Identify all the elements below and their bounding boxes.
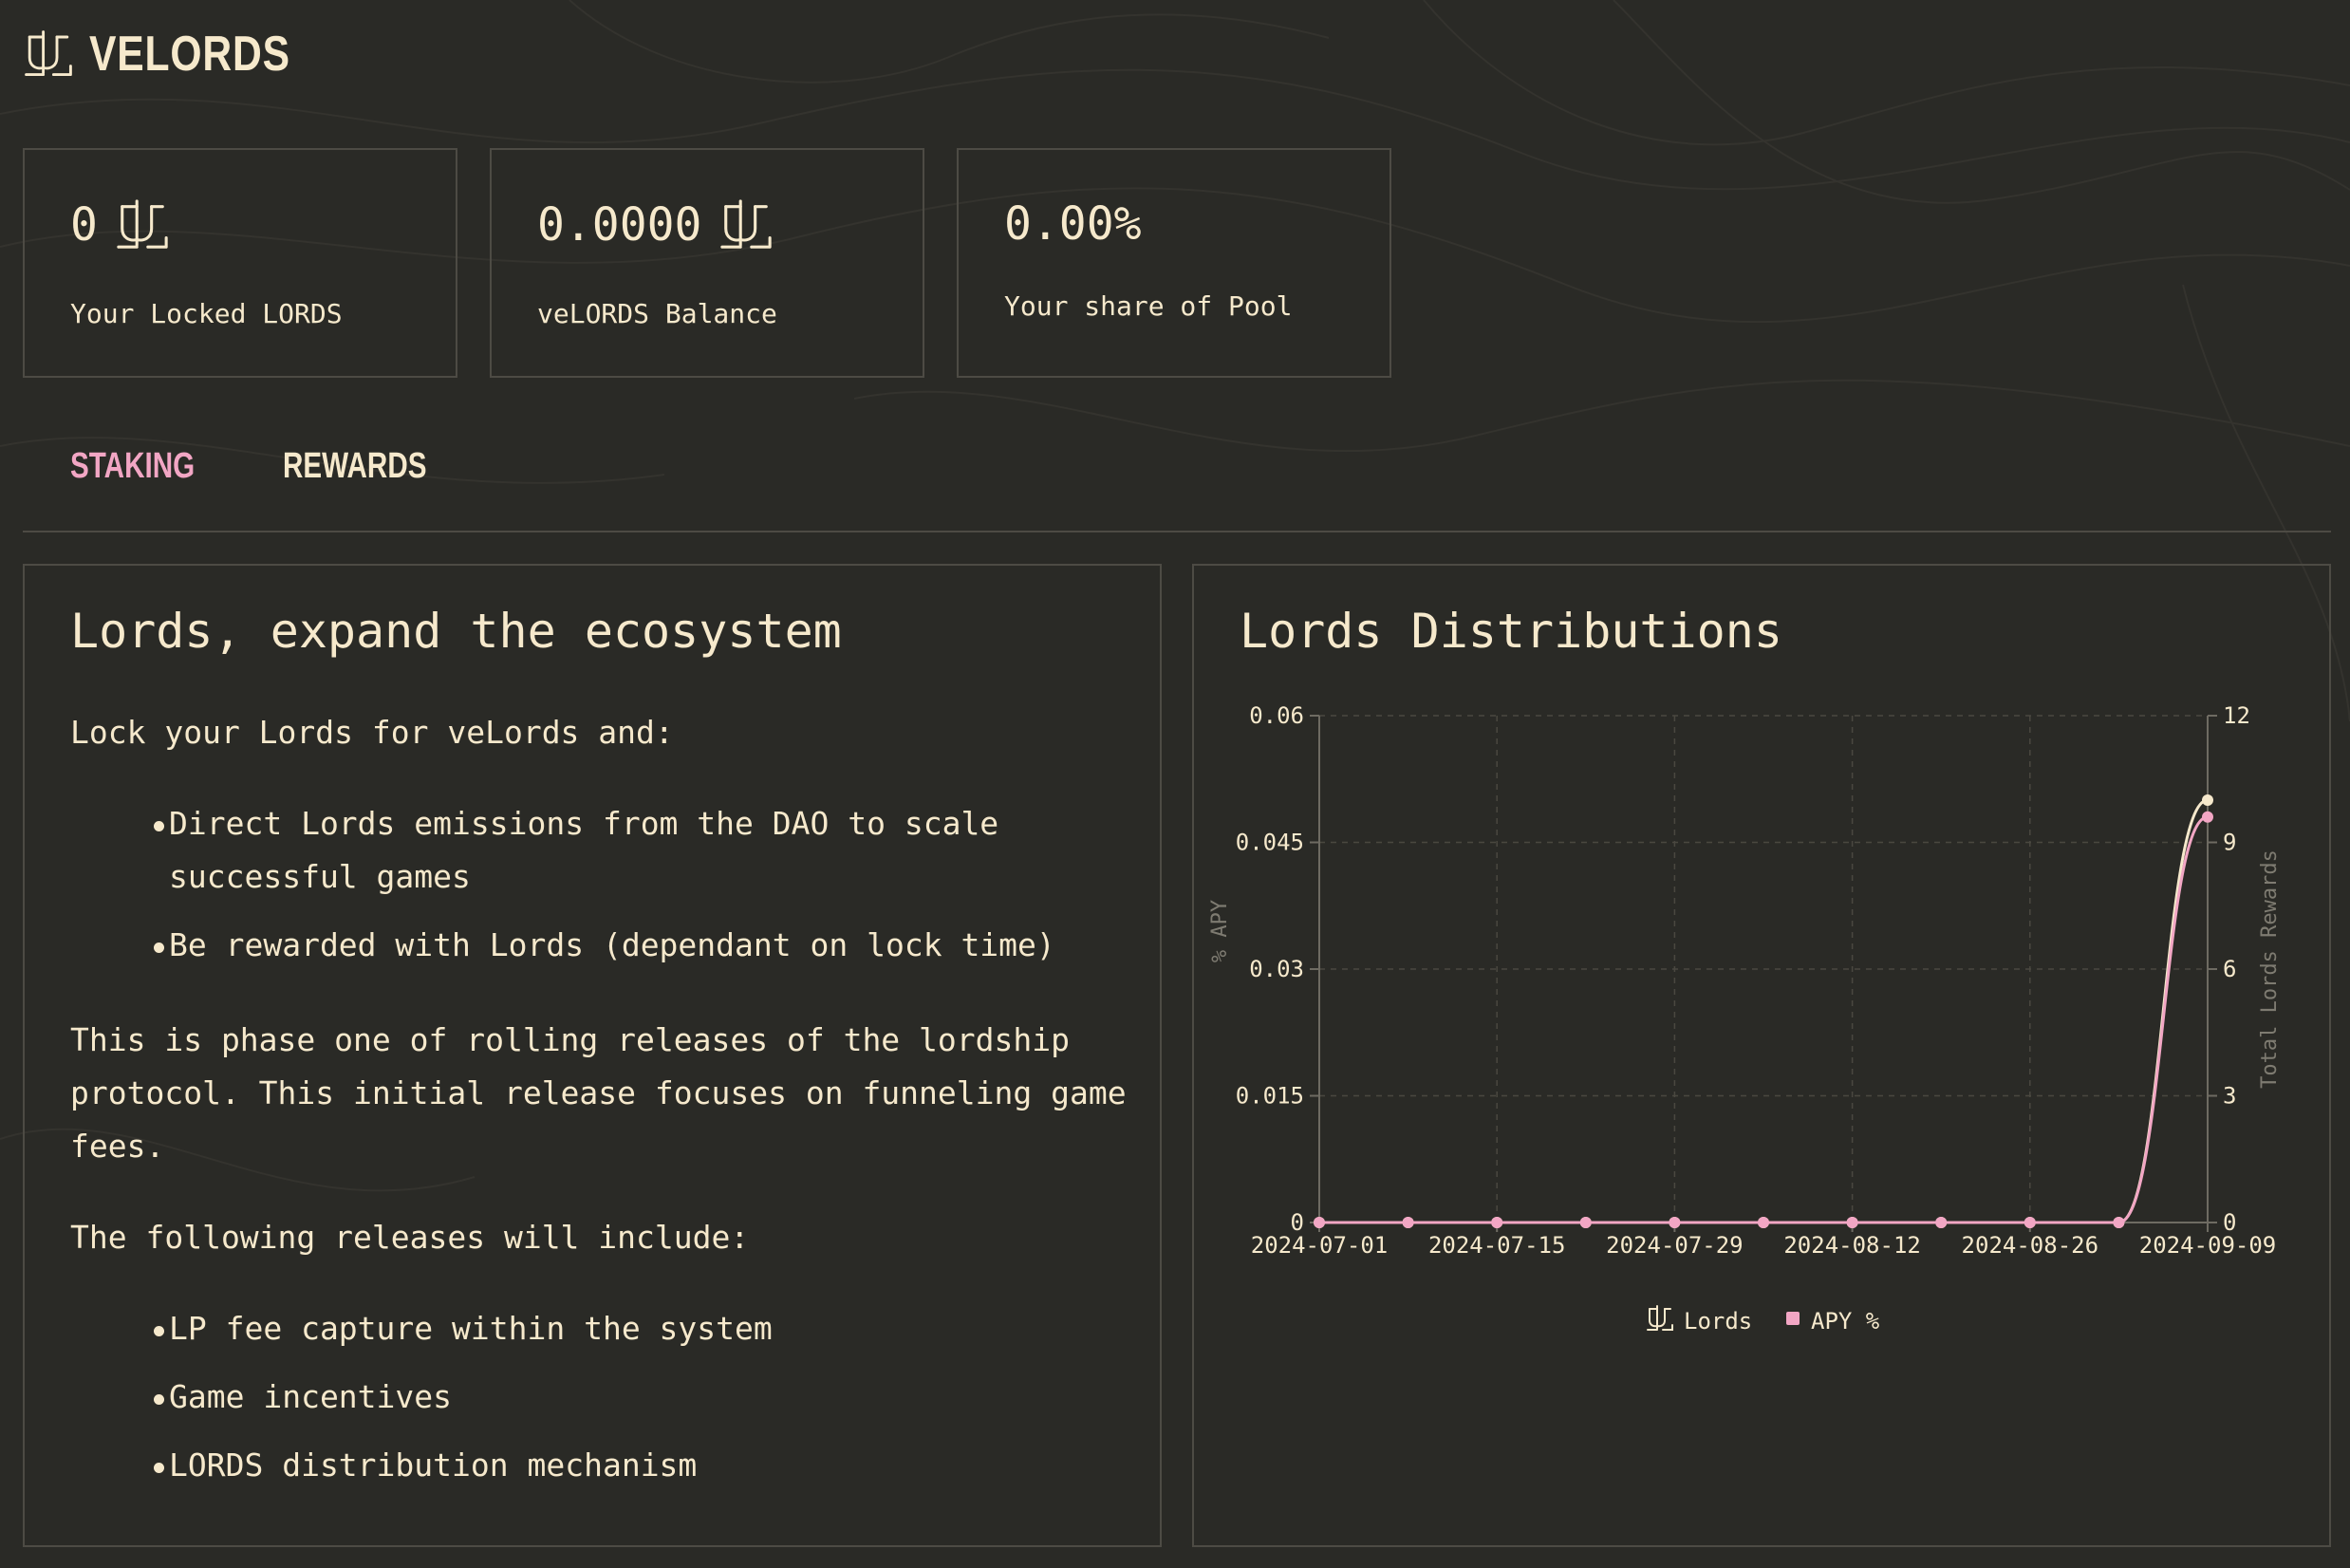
following-releases-intro: The following releases will include: bbox=[70, 1219, 750, 1256]
apy-series-point bbox=[1758, 1217, 1769, 1228]
x-tick-label: 2024-07-29 bbox=[1606, 1232, 1744, 1259]
lords-icon bbox=[720, 199, 773, 249]
benefit-line: Direct Lords emissions from the DAO to s… bbox=[169, 805, 999, 842]
velords-balance-value: 0.0000 bbox=[537, 198, 702, 252]
release-item: Game incentives bbox=[169, 1378, 453, 1415]
locked-lords-value-row: 0 bbox=[70, 197, 170, 252]
y-left-axis-title: % APY bbox=[1208, 900, 1232, 962]
apy-series-point bbox=[1935, 1217, 1948, 1228]
distributions-chart-panel: Lords Distributions 0 0.015 0.03 0.045 0.06 0… bbox=[1192, 564, 2331, 1547]
tabs-divider bbox=[23, 531, 2331, 532]
apy-series-point bbox=[1579, 1217, 1592, 1228]
legend-swatch-apy bbox=[1786, 1312, 1800, 1325]
brand-title: VELORDS bbox=[89, 27, 290, 82]
tab-staking[interactable]: STAKING bbox=[70, 446, 195, 487]
x-tick-label: 2024-08-26 bbox=[1962, 1232, 2099, 1259]
phase-paragraph: This is phase one of rolling releases of… bbox=[70, 1014, 1127, 1173]
apy-series-point bbox=[2024, 1217, 2036, 1228]
apy-series-point bbox=[1491, 1217, 1503, 1228]
apy-series-point bbox=[1846, 1217, 1858, 1228]
velords-balance-value-row: 0.0000 bbox=[537, 197, 774, 252]
y-left-tick-label: 0.06 bbox=[1249, 702, 1304, 729]
lords-series-point bbox=[2202, 794, 2213, 806]
info-title: Lords, expand the ecosystem bbox=[70, 604, 842, 659]
info-intro: Lock your Lords for veLords and: bbox=[70, 714, 674, 751]
locked-lords-card: 0 Your Locked LORDS bbox=[23, 148, 457, 378]
ecosystem-info-panel: Lords, expand the ecosystem Lock your Lo… bbox=[23, 564, 1162, 1547]
list-item: LORDS distribution mechanism bbox=[70, 1439, 773, 1492]
apy-series-point bbox=[2202, 811, 2213, 823]
phase-line: This is phase one of rolling releases of… bbox=[70, 1021, 1070, 1058]
phase-line: fees. bbox=[70, 1128, 165, 1165]
pool-share-value-row: 0.00% bbox=[1004, 197, 1142, 251]
pool-share-value: 0.00% bbox=[1004, 197, 1142, 251]
apy-series-point bbox=[1314, 1217, 1325, 1228]
legend-label-apy: APY % bbox=[1811, 1308, 1880, 1335]
list-item: LP fee capture within the system bbox=[70, 1302, 773, 1355]
y-left-tick-label: 0.045 bbox=[1236, 830, 1304, 856]
y-right-tick-label: 6 bbox=[2223, 956, 2236, 982]
apy-series-point bbox=[1669, 1217, 1681, 1228]
y-left-tick-label: 0.015 bbox=[1236, 1083, 1304, 1110]
list-item: Game incentives bbox=[70, 1371, 773, 1424]
velords-balance-card: 0.0000 veLORDS Balance bbox=[490, 148, 924, 378]
x-tick-label: 2024-07-01 bbox=[1251, 1232, 1389, 1259]
velords-balance-label: veLORDS Balance bbox=[537, 298, 777, 329]
phase-line: protocol. This initial release focuses o… bbox=[70, 1074, 1127, 1111]
x-tick-label: 2024-09-09 bbox=[2139, 1232, 2277, 1259]
list-item: Direct Lords emissions from the DAO to s… bbox=[70, 797, 1055, 904]
benefits-list: Direct Lords emissions from the DAO to s… bbox=[70, 797, 1055, 987]
y-right-axis-title: Total Lords Rewards bbox=[2258, 849, 2282, 1089]
lords-icon bbox=[25, 30, 72, 77]
distributions-chart: 00.0150.030.0450.060369122024-07-01 2024-… bbox=[1208, 702, 2282, 1335]
lords-icon bbox=[1647, 1305, 1673, 1331]
locked-lords-label: Your Locked LORDS bbox=[70, 298, 343, 329]
x-tick-label: 2024-07-15 bbox=[1428, 1232, 1566, 1259]
tab-rewards[interactable]: REWARDS bbox=[283, 446, 427, 487]
y-right-tick-label: 3 bbox=[2223, 1083, 2236, 1110]
releases-list: LP fee capture within the system Game in… bbox=[70, 1302, 773, 1507]
apy-series-point bbox=[1402, 1217, 1414, 1228]
legend-label-lords: Lords bbox=[1684, 1308, 1752, 1335]
lords-icon bbox=[117, 199, 168, 249]
list-item: Be rewarded with Lords (dependant on loc… bbox=[70, 919, 1055, 972]
apy-series-line bbox=[1319, 815, 2209, 1224]
y-right-tick-label: 9 bbox=[2223, 830, 2236, 856]
pool-share-label: Your share of Pool bbox=[1004, 290, 1293, 322]
release-item: LORDS distribution mechanism bbox=[169, 1447, 698, 1484]
benefit-line: successful games bbox=[169, 858, 471, 895]
apy-series-point bbox=[2113, 1217, 2125, 1228]
release-item: LP fee capture within the system bbox=[169, 1310, 773, 1347]
x-tick-label: 2024-08-12 bbox=[1783, 1232, 1921, 1259]
benefit-line: Be rewarded with Lords (dependant on loc… bbox=[169, 926, 1055, 963]
velords-page: VELORDS 0 Your Locked LORDS 0.0000 veLOR… bbox=[0, 0, 2350, 1568]
y-left-tick-label: 0.03 bbox=[1249, 956, 1304, 982]
locked-lords-value: 0 bbox=[70, 198, 98, 252]
y-right-tick-label: 12 bbox=[2223, 702, 2250, 729]
lords-series-line bbox=[1319, 798, 2209, 1224]
pool-share-card: 0.00% Your share of Pool bbox=[957, 148, 1391, 378]
brand-header: VELORDS bbox=[23, 21, 334, 87]
